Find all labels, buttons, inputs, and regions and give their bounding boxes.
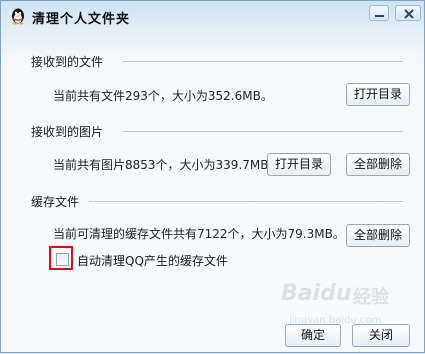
images-delete-all-button[interactable]: 全部删除: [346, 153, 410, 176]
qq-penguin-icon: [12, 8, 24, 25]
files-divider: [123, 61, 403, 62]
watermark-brand: Baidu: [281, 281, 352, 306]
close-button[interactable]: 关闭: [352, 324, 410, 347]
files-open-dir-button[interactable]: 打开目录: [346, 83, 410, 106]
checkbox-highlight: [49, 246, 73, 270]
images-open-dir-button[interactable]: 打开目录: [267, 153, 331, 176]
watermark-brand-cn: 经验: [353, 287, 389, 308]
cache-section-title: 缓存文件: [31, 195, 80, 209]
close-window-button[interactable]: [395, 5, 421, 21]
close-icon: [404, 9, 414, 19]
images-section-title: 接收到的图片: [31, 125, 104, 139]
title-bar[interactable]: 清理个人文件夹: [1, 1, 424, 31]
auto-clean-checkbox[interactable]: [56, 253, 69, 266]
images-info: 当前共有图片8853个，大小为339.7MB。: [53, 158, 281, 172]
files-section-title: 接收到的文件: [31, 55, 104, 69]
auto-clean-label[interactable]: 自动清理QQ产生的缓存文件: [77, 252, 228, 269]
cache-divider: [89, 201, 403, 202]
dialog-footer: 确定 关闭: [1, 314, 424, 354]
minimize-icon: [375, 15, 384, 17]
images-divider: [123, 131, 403, 132]
cache-delete-all-button[interactable]: 全部删除: [346, 224, 410, 247]
cache-info: 当前可清理的缓存文件共有7122个，大小为79.3MB。: [53, 227, 345, 241]
window-title: 清理个人文件夹: [32, 12, 131, 27]
minimize-button[interactable]: [369, 5, 389, 21]
ok-button[interactable]: 确定: [285, 324, 341, 347]
files-info: 当前共有文件293个，大小为352.6MB。: [53, 89, 273, 103]
dialog-window: 清理个人文件夹 接收到的文件 当前共有文件293个，大小为352.6MB。 打开…: [0, 0, 425, 353]
